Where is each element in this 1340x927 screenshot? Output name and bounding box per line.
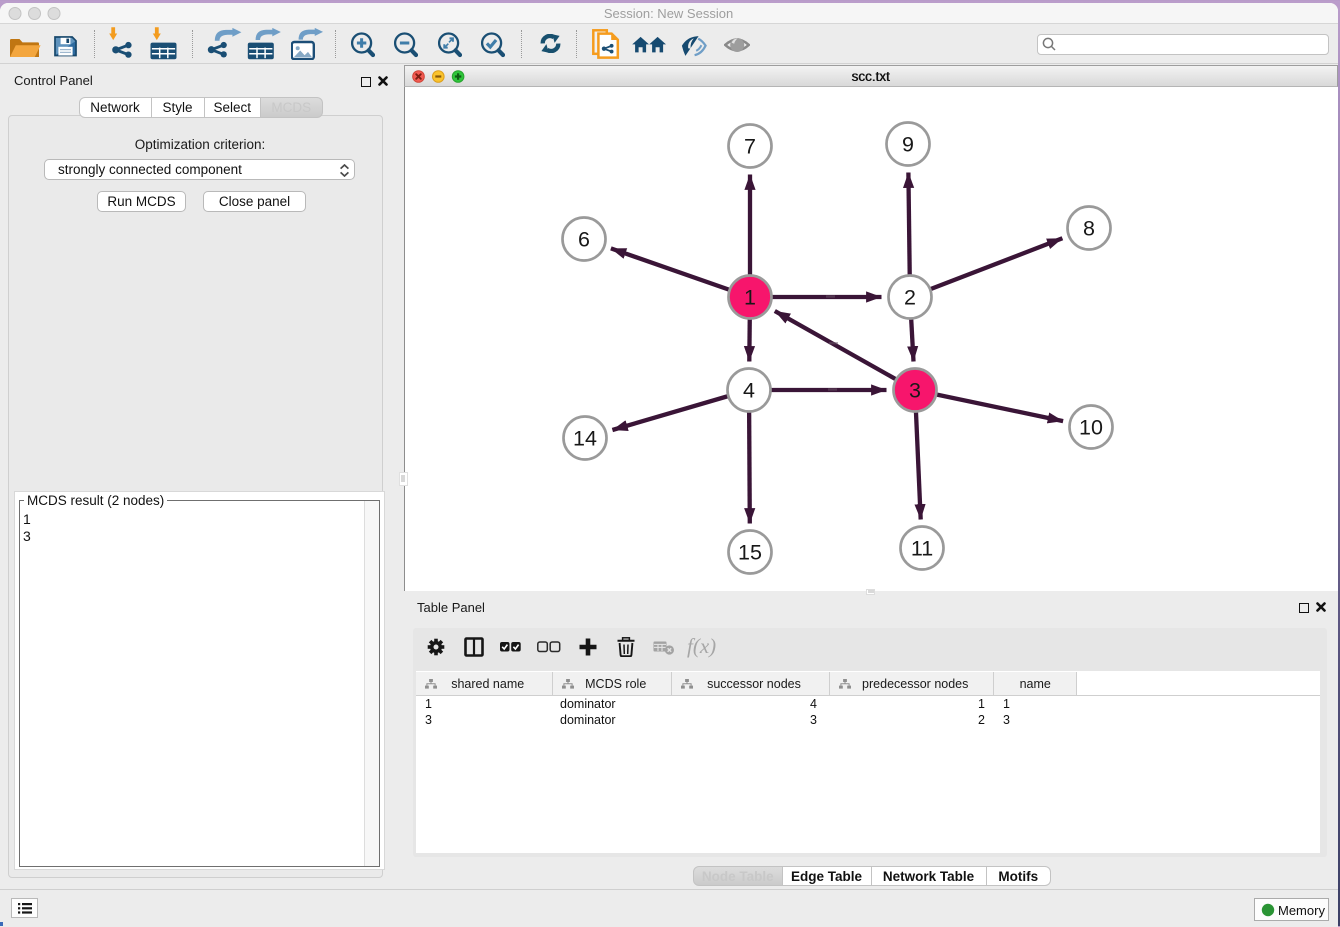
svg-text:1: 1 xyxy=(744,286,756,310)
svg-text:9: 9 xyxy=(902,133,914,157)
svg-text:7: 7 xyxy=(744,135,756,159)
svg-text:4: 4 xyxy=(743,379,755,403)
svg-text:6: 6 xyxy=(578,228,590,252)
svg-text:2: 2 xyxy=(904,286,916,310)
svg-text:14: 14 xyxy=(573,427,597,451)
svg-text:11: 11 xyxy=(911,537,933,561)
svg-text:10: 10 xyxy=(1079,416,1103,440)
svg-text:8: 8 xyxy=(1083,217,1095,241)
svg-text:3: 3 xyxy=(909,379,921,403)
svg-text:15: 15 xyxy=(738,541,762,565)
